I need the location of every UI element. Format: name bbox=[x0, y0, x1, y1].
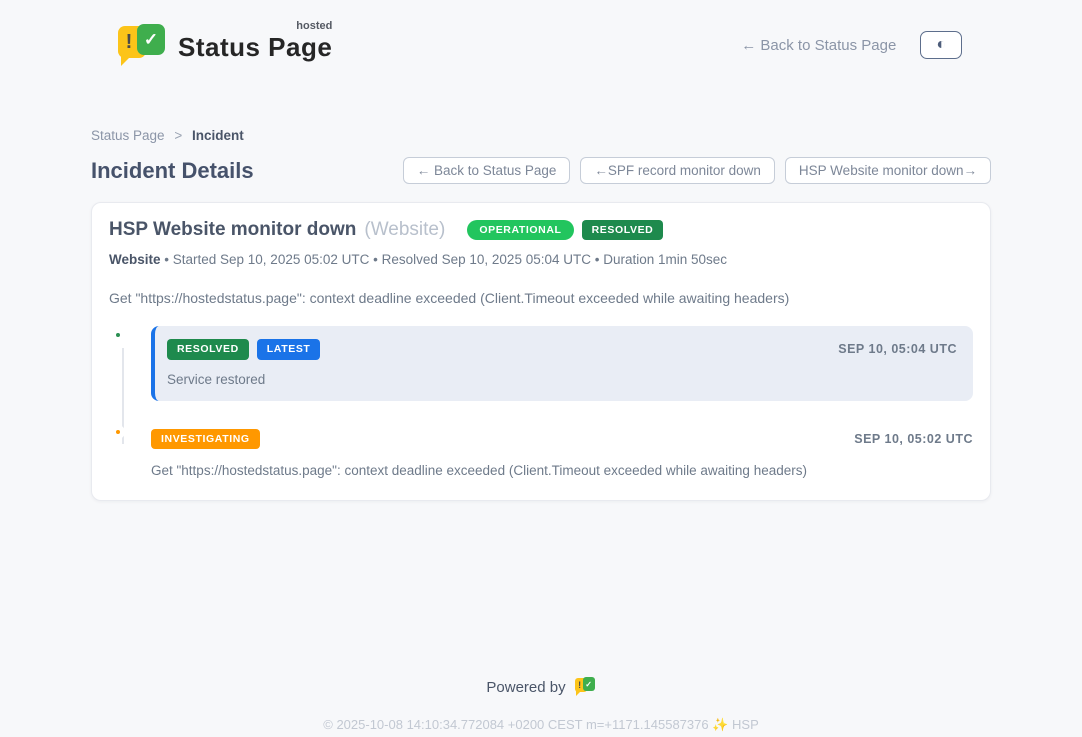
logo-bubble-tail bbox=[121, 55, 132, 66]
timeline-entry-timestamp: SEP 10, 05:04 UTC bbox=[838, 342, 957, 356]
page-title: Incident Details bbox=[91, 158, 254, 184]
brand-superscript: hosted bbox=[296, 20, 332, 32]
timeline-entry-badges: INVESTIGATING bbox=[151, 429, 260, 450]
timeline-entry-timestamp: SEP 10, 05:02 UTC bbox=[854, 432, 973, 446]
check-icon: ✓ bbox=[585, 680, 592, 689]
incident-description: Get "https://hostedstatus.page": context… bbox=[109, 290, 973, 306]
powered-by: Powered by ! ✓ bbox=[486, 677, 595, 697]
breadcrumb-incident: Incident bbox=[192, 128, 244, 143]
status-page-mini-logo-icon[interactable]: ! ✓ bbox=[575, 677, 596, 697]
theme-toggle-button[interactable]: ◐ bbox=[920, 31, 962, 59]
footer: Powered by ! ✓ © 2025-10-08 14:10:34.772… bbox=[91, 677, 991, 733]
resolved-badge: RESOLVED bbox=[167, 339, 249, 360]
timeline-entry-head: INVESTIGATING SEP 10, 05:02 UTC bbox=[151, 429, 973, 450]
header-back-link[interactable]: ← Back to Status Page bbox=[741, 37, 896, 54]
incident-meta-times: • Started Sep 10, 2025 05:02 UTC • Resol… bbox=[161, 252, 728, 267]
timeline-dot-green bbox=[111, 328, 125, 342]
brand-name: Status Page bbox=[178, 32, 332, 62]
mini-check-bubble: ✓ bbox=[583, 677, 595, 691]
logo-text: Status Page hosted bbox=[178, 22, 332, 63]
back-to-status-page-button[interactable]: ← Back to Status Page bbox=[403, 157, 571, 184]
incident-nav-buttons: ← Back to Status Page ←SPF record monito… bbox=[403, 157, 991, 184]
timeline-entry-resolved: RESOLVED LATEST SEP 10, 05:04 UTC Servic… bbox=[109, 326, 973, 401]
incident-component: (Website) bbox=[364, 219, 445, 241]
powered-by-label: Powered by bbox=[486, 679, 565, 696]
incident-title: HSP Website monitor down bbox=[109, 219, 356, 241]
latest-badge: LATEST bbox=[257, 339, 321, 360]
timeline-entry-investigating: INVESTIGATING SEP 10, 05:02 UTC Get "htt… bbox=[109, 429, 973, 479]
next-incident-button[interactable]: HSP Website monitor down→ bbox=[785, 157, 991, 184]
mini-bubble-tail bbox=[576, 691, 581, 696]
timeline-dot-orange bbox=[111, 425, 125, 439]
timeline-entry-message: Service restored bbox=[167, 372, 957, 387]
header: ! ✓ Status Page hosted ← Back to Status … bbox=[0, 0, 1082, 76]
timeline-entry-badges: RESOLVED LATEST bbox=[167, 339, 320, 360]
incident-meta-component: Website bbox=[109, 252, 161, 267]
half-circle-theme-icon: ◐ bbox=[936, 37, 946, 53]
status-page-logo-icon: ! ✓ bbox=[118, 22, 166, 68]
exclaim-icon: ! bbox=[126, 31, 133, 54]
logo-check-bubble: ✓ bbox=[137, 24, 165, 55]
main-content: Status Page > Incident Incident Details … bbox=[91, 128, 991, 733]
prev-incident-button[interactable]: ←SPF record monitor down bbox=[580, 157, 775, 184]
header-actions: ← Back to Status Page ◐ bbox=[741, 31, 962, 59]
timeline-entry-highlight-box: RESOLVED LATEST SEP 10, 05:04 UTC Servic… bbox=[151, 326, 973, 401]
resolved-status-badge: RESOLVED bbox=[582, 220, 664, 241]
incident-card: HSP Website monitor down (Website) OPERA… bbox=[91, 202, 991, 501]
timeline-entry-message: Get "https://hostedstatus.page": context… bbox=[151, 463, 973, 478]
incident-timeline: RESOLVED LATEST SEP 10, 05:04 UTC Servic… bbox=[109, 326, 973, 478]
timeline-entry-head: RESOLVED LATEST SEP 10, 05:04 UTC bbox=[167, 339, 957, 360]
breadcrumb: Status Page > Incident bbox=[91, 128, 991, 143]
investigating-badge: INVESTIGATING bbox=[151, 429, 260, 450]
breadcrumb-separator: > bbox=[174, 128, 182, 143]
exclaim-icon: ! bbox=[578, 680, 581, 690]
copyright-text: © 2025-10-08 14:10:34.772084 +0200 CEST … bbox=[91, 717, 991, 733]
check-icon: ✓ bbox=[144, 30, 158, 50]
incident-meta: Website • Started Sep 10, 2025 05:02 UTC… bbox=[109, 252, 973, 267]
breadcrumb-status-page[interactable]: Status Page bbox=[91, 128, 165, 143]
app-logo: ! ✓ Status Page hosted bbox=[118, 22, 332, 68]
title-row: Incident Details ← Back to Status Page ←… bbox=[91, 157, 991, 184]
operational-status-badge: OPERATIONAL bbox=[467, 220, 573, 241]
incident-title-row: HSP Website monitor down (Website) OPERA… bbox=[109, 219, 973, 241]
